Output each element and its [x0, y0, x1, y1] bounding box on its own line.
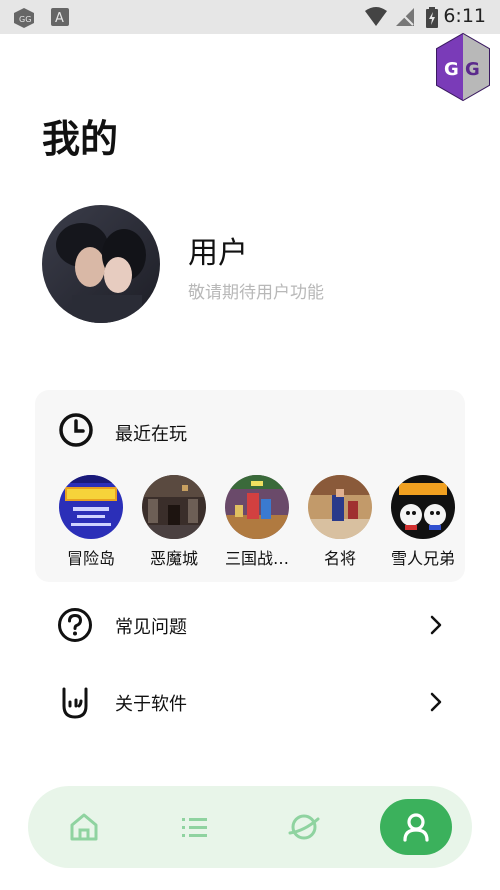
avatar[interactable] — [42, 205, 160, 323]
bottom-nav — [28, 786, 472, 868]
game-thumbnail — [142, 475, 206, 539]
game-item[interactable]: 名将 — [302, 475, 378, 569]
help-circle-icon — [58, 608, 92, 642]
svg-text:GG: GG — [19, 15, 31, 24]
profile-tab-active[interactable] — [380, 799, 452, 855]
home-icon[interactable] — [62, 805, 106, 849]
explore-icon[interactable] — [282, 805, 326, 849]
recently-played-title: 最近在玩 — [115, 424, 187, 445]
recently-played-card: 最近在玩 冒险岛 恶魔城 三国战… 名将 雪人兄弟 — [35, 390, 465, 582]
svg-text:G: G — [444, 59, 459, 80]
about-row[interactable]: 关于软件 — [35, 672, 465, 732]
svg-text:A: A — [55, 11, 64, 26]
faq-row[interactable]: 常见问题 — [35, 595, 465, 655]
game-item[interactable]: 雪人兄弟 — [385, 475, 461, 569]
svg-text:G: G — [465, 59, 480, 80]
rock-hand-icon — [62, 687, 88, 719]
faq-label: 常见问题 — [115, 617, 187, 638]
gameguardian-logo-icon[interactable]: G G — [434, 32, 492, 102]
no-signal-icon — [396, 8, 414, 26]
profile-icon — [403, 813, 429, 842]
game-thumbnail — [59, 475, 123, 539]
user-name: 用户 — [188, 236, 248, 271]
game-label: 三国战… — [224, 549, 289, 568]
wifi-icon — [365, 7, 387, 26]
page-title: 我的 — [42, 117, 119, 161]
game-item[interactable]: 恶魔城 — [136, 475, 212, 569]
font-a-status-icon: A — [51, 8, 69, 26]
list-icon[interactable] — [172, 805, 216, 849]
game-thumbnail — [225, 475, 289, 539]
clock-icon — [59, 413, 93, 447]
game-label: 名将 — [323, 549, 356, 568]
battery-charging-icon — [426, 7, 438, 28]
game-thumbnail — [308, 475, 372, 539]
chevron-right-icon — [430, 692, 442, 712]
game-thumbnail — [391, 475, 455, 539]
status-bar: GG A 6:11 — [0, 0, 500, 34]
game-label: 恶魔城 — [149, 549, 198, 568]
game-item[interactable]: 冒险岛 — [53, 475, 129, 569]
game-label: 雪人兄弟 — [390, 549, 455, 568]
status-time: 6:11 — [443, 5, 486, 27]
game-item[interactable]: 三国战… — [219, 475, 295, 569]
about-label: 关于软件 — [115, 694, 187, 715]
gameguardian-status-icon: GG — [14, 8, 34, 28]
chevron-right-icon — [430, 615, 442, 635]
game-label: 冒险岛 — [66, 549, 115, 568]
user-subtitle: 敬请期待用户功能 — [188, 283, 324, 303]
